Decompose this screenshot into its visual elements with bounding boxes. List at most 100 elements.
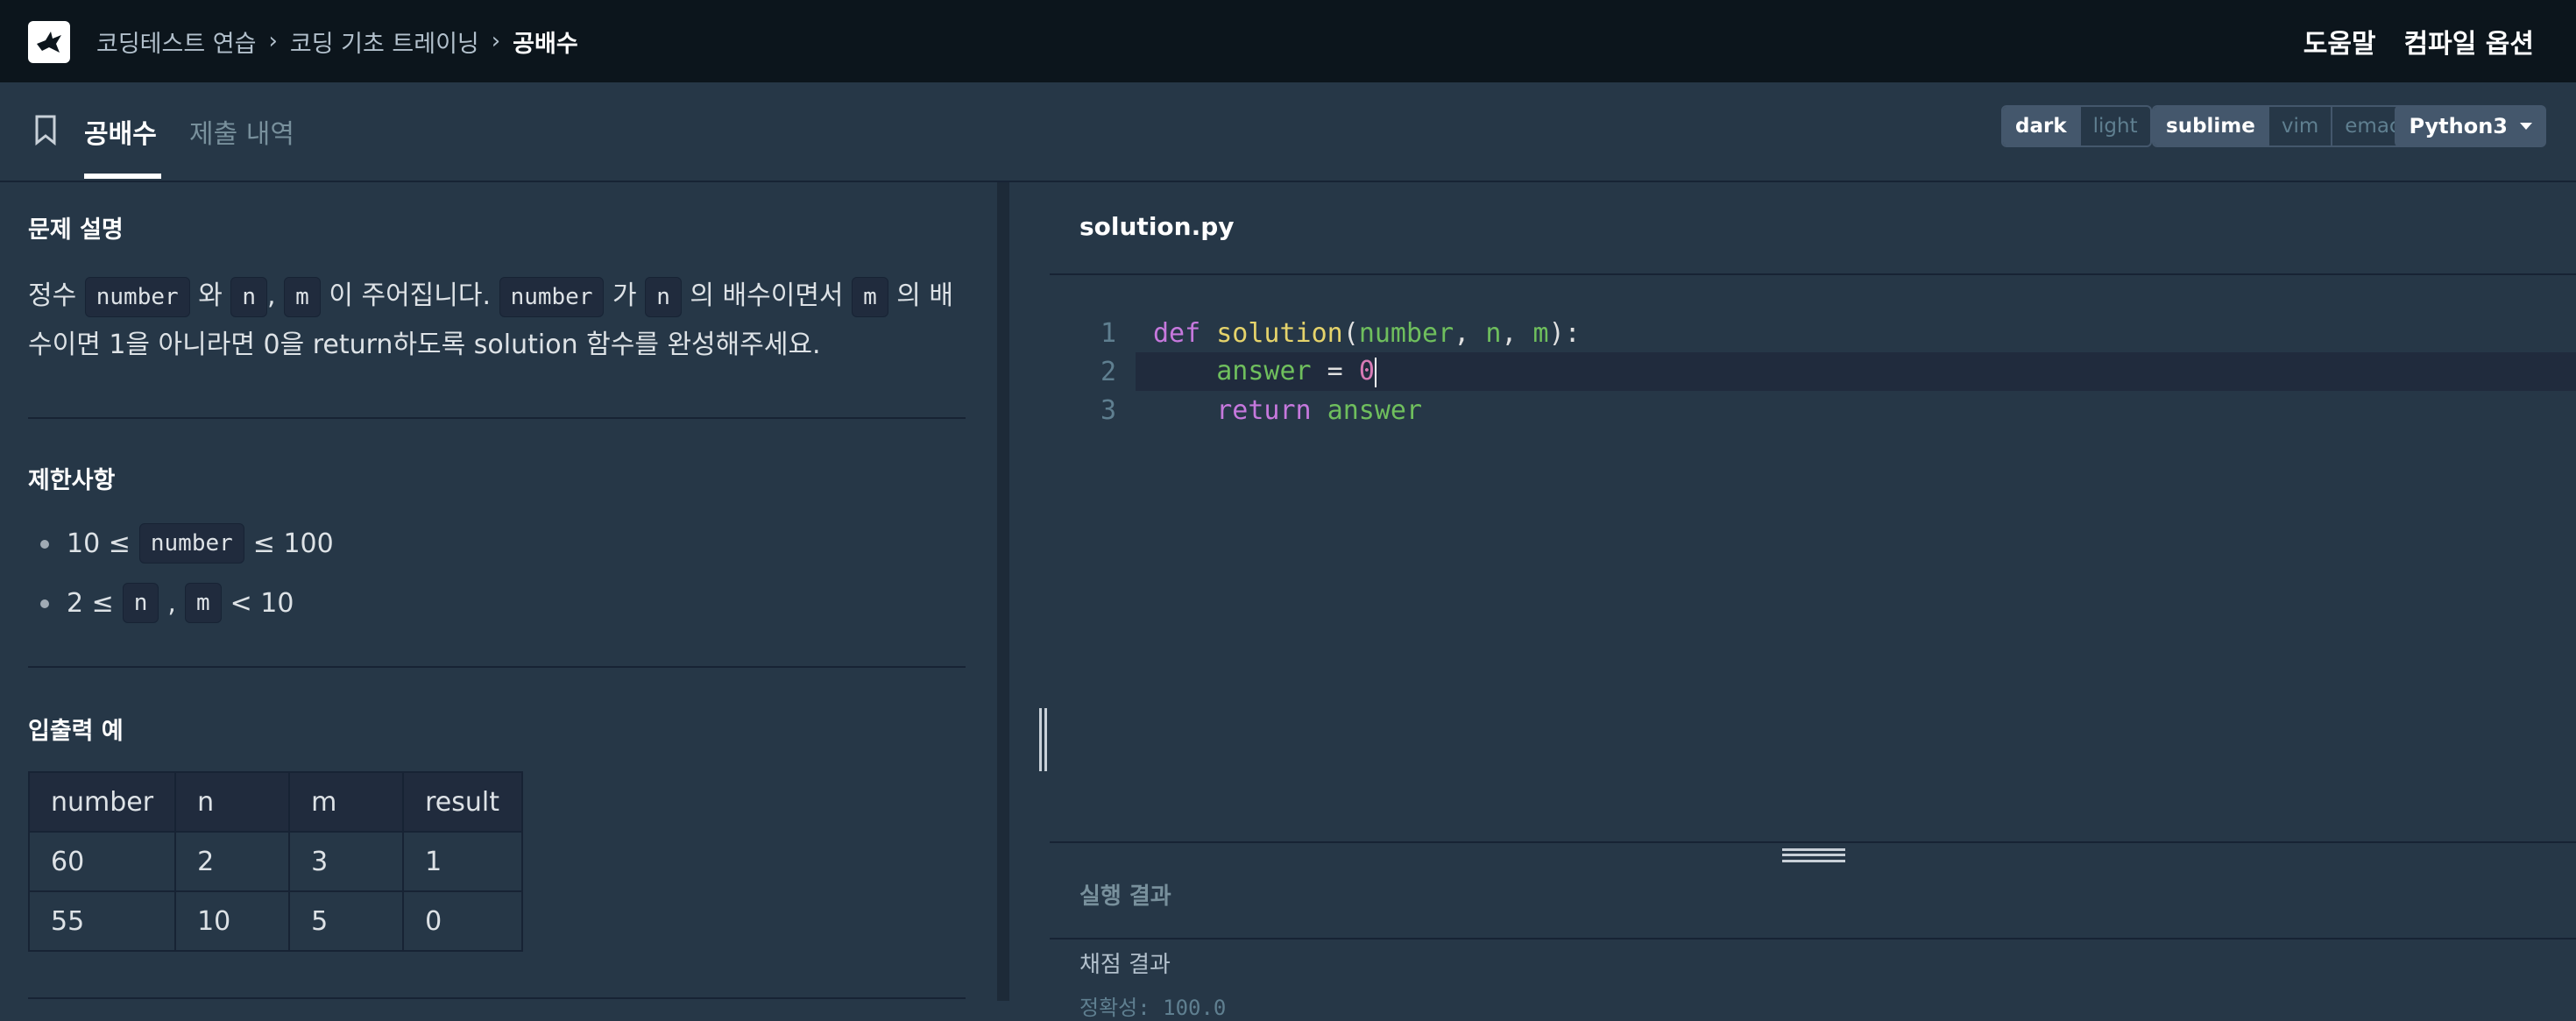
token-param: number	[1358, 317, 1454, 349]
top-navigation-bar: 코딩테스트 연습 › 코딩 기초 트레이닝 › 공배수 도움말 컴파일 옵션	[0, 0, 2576, 82]
token-punctuation: ,	[1501, 317, 1533, 349]
list-item: 10 ≤ number ≤ 100	[40, 514, 334, 573]
table-header: number	[27, 771, 177, 833]
token-punctuation: (	[1342, 317, 1359, 349]
problem-description-panel: 문제 설명 정수 number 와 n, m 이 주어집니다. number 가…	[0, 182, 997, 1001]
inline-code: number	[84, 276, 190, 317]
text: 의 배수이면서	[690, 280, 844, 311]
table-cell: 5	[288, 890, 405, 952]
active-tab-indicator	[84, 174, 161, 179]
programmers-logo-icon[interactable]	[28, 21, 70, 63]
inline-code: n	[230, 276, 268, 317]
table-cell: 60	[27, 831, 177, 892]
theme-dark-button[interactable]: dark	[2003, 107, 2079, 145]
token-variable: answer	[1327, 394, 1423, 426]
table-cell: 10	[174, 890, 291, 952]
run-result-title: 실행 결과	[1079, 883, 1171, 910]
code-text: def solution(number, n, m):	[1153, 318, 1581, 349]
tab-problem[interactable]: 공배수	[84, 112, 157, 151]
token-param: m	[1532, 317, 1549, 349]
file-header: solution.py	[1050, 182, 2576, 275]
table-cell: 0	[402, 890, 524, 952]
table-row: 55 10 5 0	[27, 890, 524, 952]
file-name: solution.py	[1079, 212, 1235, 241]
token-punctuation: ):	[1548, 317, 1581, 349]
text: 정수	[28, 280, 77, 311]
problem-tab-bar: 공배수 제출 내역 dark light sublime vim emacs P…	[0, 82, 2576, 182]
text: ,	[267, 280, 276, 311]
inline-code: m	[184, 583, 222, 623]
table-header: n	[174, 771, 291, 833]
divider	[28, 666, 966, 668]
description-title: 문제 설명	[28, 216, 124, 244]
theme-toggle: dark light	[2001, 105, 2152, 147]
caret-down-icon	[2520, 123, 2532, 130]
breadcrumb: 코딩테스트 연습 › 코딩 기초 트레이닝 › 공배수	[96, 0, 578, 82]
inline-code: number	[138, 523, 244, 564]
table-row: 60 2 3 1	[27, 831, 524, 892]
code-editor[interactable]: 1 def solution(number, n, m): 2 answer =…	[1050, 275, 2576, 841]
inline-code: n	[645, 276, 682, 317]
table-header: result	[402, 771, 524, 833]
horizontal-grip-icon[interactable]	[1782, 848, 1845, 862]
language-select[interactable]: Python3	[2395, 105, 2546, 147]
token-number: 0	[1358, 356, 1375, 387]
table-header: m	[288, 771, 405, 833]
token-keyword: return	[1216, 394, 1312, 426]
breadcrumb-item-basic-training[interactable]: 코딩 기초 트레이닝	[290, 25, 479, 59]
inline-code: n	[122, 583, 159, 623]
accuracy-text: 정확성: 100.0	[1079, 996, 1227, 1020]
table-cell: 55	[27, 890, 177, 952]
compile-options-link[interactable]: 컴파일 옵션	[2404, 22, 2534, 60]
divider	[28, 997, 966, 999]
text: 가	[612, 280, 637, 311]
token-variable: answer	[1216, 356, 1312, 387]
line-number: 3	[1100, 394, 1116, 426]
io-example-title: 입출력 예	[28, 718, 124, 745]
code-line-active[interactable]: 2 answer = 0	[1100, 352, 2576, 391]
token-param: n	[1485, 317, 1502, 349]
text: ≤ 100	[252, 528, 334, 559]
breadcrumb-item-current: 공배수	[513, 30, 578, 58]
line-number: 1	[1100, 317, 1116, 349]
help-link[interactable]: 도움말	[2304, 22, 2376, 60]
chevron-right-icon: ›	[268, 28, 278, 54]
code-line[interactable]: 3 return answer	[1050, 391, 2576, 429]
keymap-vim-button[interactable]: vim	[2267, 107, 2331, 145]
tab-submissions[interactable]: 제출 내역	[189, 112, 294, 151]
breadcrumb-item-coding-test[interactable]: 코딩테스트 연습	[96, 25, 256, 59]
divider	[28, 417, 966, 419]
token-function: solution	[1216, 317, 1343, 349]
token-punctuation: ,	[1454, 317, 1486, 349]
code-line[interactable]: 1 def solution(number, n, m):	[1050, 314, 2576, 352]
text: < 10	[230, 587, 294, 619]
text: 10 ≤	[67, 528, 131, 559]
result-panel: 실행 결과 채점 결과 정확성: 100.0	[1050, 841, 2576, 1020]
theme-light-button[interactable]: light	[2078, 107, 2150, 145]
keymap-toggle: sublime vim emacs	[2152, 105, 2425, 147]
text: 2 ≤	[67, 587, 114, 619]
table-cell: 1	[402, 831, 524, 892]
bookmark-icon[interactable]	[32, 114, 60, 149]
text: 이 주어집니다.	[329, 280, 492, 311]
keymap-sublime-button[interactable]: sublime	[2154, 107, 2268, 145]
language-select-value: Python3	[2409, 114, 2508, 138]
inline-code: number	[499, 276, 605, 317]
inline-code: m	[284, 276, 321, 317]
panel-resize-handle[interactable]	[997, 182, 1053, 1001]
token-operator: =	[1311, 356, 1359, 387]
table-header-row: number n m result	[27, 771, 524, 833]
text: ,	[167, 587, 176, 619]
constraints-title: 제한사항	[28, 467, 116, 494]
constraints-list: 10 ≤ number ≤ 100 2 ≤ n,m < 10	[40, 514, 334, 633]
list-item: 2 ≤ n,m < 10	[40, 573, 334, 633]
code-text: answer = 0	[1153, 356, 1376, 387]
table-cell: 2	[174, 831, 291, 892]
code-text: return answer	[1153, 395, 1422, 426]
table-cell: 3	[288, 831, 405, 892]
inline-code: m	[852, 276, 888, 317]
line-number: 2	[1100, 356, 1116, 387]
text-cursor	[1374, 357, 1376, 387]
